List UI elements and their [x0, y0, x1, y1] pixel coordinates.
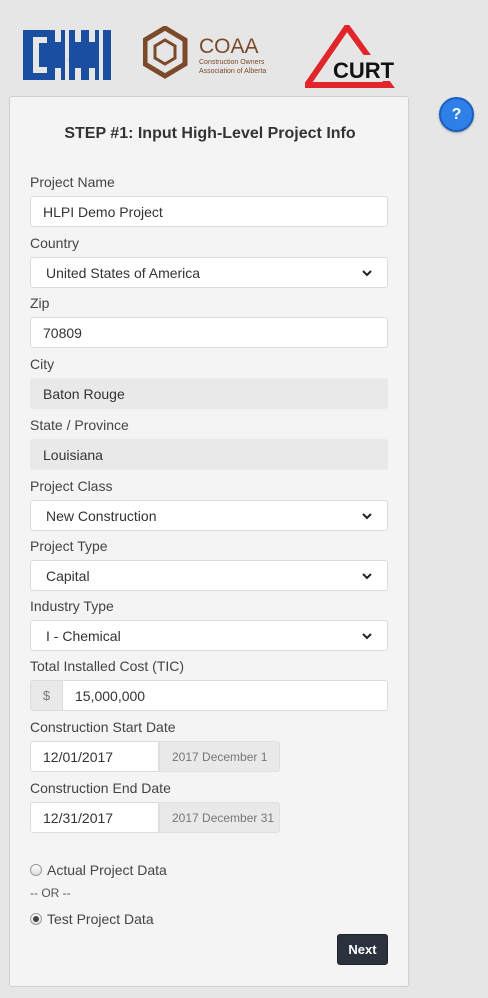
project-name-input[interactable]: HLPI Demo Project: [30, 196, 388, 227]
project-type-value: Capital: [46, 567, 90, 584]
currency-addon: $: [30, 680, 63, 711]
country-label: Country: [30, 235, 80, 251]
project-type-select[interactable]: Capital: [30, 560, 388, 591]
test-data-radio[interactable]: [30, 913, 42, 925]
chevron-down-icon: [362, 573, 372, 580]
svg-text:Association of Alberta: Association of Alberta: [199, 68, 266, 75]
chevron-down-icon: [362, 633, 372, 640]
city-input: Baton Rouge: [30, 378, 388, 409]
logo-bar: CII COAA Construction Owners Association…: [0, 22, 488, 92]
tic-input[interactable]: 15,000,000: [62, 680, 388, 711]
tic-label: Total Installed Cost (TIC): [30, 658, 185, 674]
chevron-down-icon: [362, 513, 372, 520]
svg-text:COAA: COAA: [199, 35, 259, 58]
svg-text:CURT: CURT: [333, 58, 395, 83]
project-class-select[interactable]: New Construction: [30, 500, 388, 531]
state-input: Louisiana: [30, 439, 388, 470]
actual-data-option[interactable]: Actual Project Data: [30, 862, 167, 878]
curt-logo: CURT: [305, 25, 395, 88]
city-label: City: [30, 356, 55, 372]
zip-label: Zip: [30, 295, 50, 311]
coaa-logo: COAA Construction Owners Association of …: [143, 26, 266, 79]
project-info-card: STEP #1: Input High-Level Project Info P…: [9, 96, 409, 987]
zip-input[interactable]: 70809: [30, 317, 388, 348]
test-data-option[interactable]: Test Project Data: [30, 911, 154, 927]
actual-data-radio[interactable]: [30, 864, 42, 876]
actual-data-label: Actual Project Data: [47, 862, 167, 878]
end-date-input[interactable]: 12/31/2017: [30, 802, 159, 833]
industry-type-label: Industry Type: [30, 598, 114, 614]
start-date-input[interactable]: 12/01/2017: [30, 741, 159, 772]
end-date-hint: 2017 December 31: [159, 802, 280, 833]
country-value: United States of America: [46, 264, 201, 281]
country-select[interactable]: United States of America: [30, 257, 388, 288]
step-title: STEP #1: Input High-Level Project Info: [64, 125, 356, 142]
test-data-label: Test Project Data: [47, 911, 154, 927]
chevron-down-icon: [362, 270, 372, 277]
next-button[interactable]: Next: [337, 934, 388, 965]
industry-type-select[interactable]: I - Chemical: [30, 620, 388, 651]
project-class-value: New Construction: [46, 507, 157, 524]
project-type-label: Project Type: [30, 538, 108, 554]
project-name-label: Project Name: [30, 174, 115, 190]
project-class-label: Project Class: [30, 478, 113, 494]
industry-type-value: I - Chemical: [46, 627, 121, 644]
svg-text:Construction Owners: Construction Owners: [199, 59, 265, 66]
or-separator: -- OR --: [30, 886, 71, 900]
start-date-hint: 2017 December 1: [159, 741, 280, 772]
help-button[interactable]: ?: [439, 97, 474, 132]
start-date-label: Construction Start Date: [30, 719, 176, 735]
state-label: State / Province: [30, 417, 129, 433]
cii-logo: CII: [23, 30, 111, 80]
end-date-label: Construction End Date: [30, 780, 171, 796]
